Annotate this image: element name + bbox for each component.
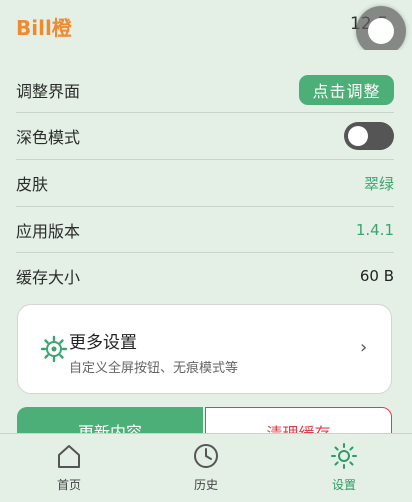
nav-label-history: 历史 bbox=[193, 478, 218, 492]
row-adjust-ui: 调整界面 点击调整 bbox=[16, 68, 394, 113]
more-settings-card[interactable]: 更多设置 自定义全屏按钮、无痕模式等 › bbox=[17, 304, 392, 394]
app-title: Bill橙 bbox=[16, 16, 72, 40]
clock-icon bbox=[166, 442, 246, 470]
version-label: 应用版本 bbox=[16, 221, 81, 241]
chevron-right-icon: › bbox=[360, 337, 368, 358]
dark-mode-toggle[interactable] bbox=[344, 122, 394, 150]
bottom-nav: 首页 历史 设置 bbox=[0, 433, 412, 502]
row-dark-mode: 深色模式 bbox=[16, 113, 394, 160]
floating-assist-button[interactable] bbox=[356, 6, 406, 56]
adjust-ui-label: 调整界面 bbox=[16, 82, 81, 101]
nav-item-home[interactable]: 首页 bbox=[29, 442, 109, 493]
row-skin[interactable]: 皮肤 翠绿 bbox=[16, 160, 394, 207]
dark-mode-label: 深色模式 bbox=[16, 128, 81, 147]
row-version: 应用版本 1.4.1 bbox=[16, 207, 394, 253]
nav-item-settings[interactable]: 设置 bbox=[304, 442, 384, 493]
row-cache-size: 缓存大小 60 B bbox=[16, 253, 394, 298]
skin-value: 翠绿 bbox=[363, 174, 394, 193]
gear-icon bbox=[40, 335, 68, 363]
app-header: Bill橙 12:5 bbox=[0, 0, 412, 56]
adjust-ui-button[interactable]: 点击调整 bbox=[299, 75, 394, 105]
cache-size-label: 缓存大小 bbox=[16, 267, 81, 287]
more-settings-subtitle: 自定义全屏按钮、无痕模式等 bbox=[69, 361, 239, 376]
version-value: 1.4.1 bbox=[355, 220, 394, 239]
settings-content: 调整界面 点击调整 深色模式 皮肤 翠绿 应用版本 1.4.1 缓存大小 60 … bbox=[0, 50, 412, 447]
nav-item-history[interactable]: 历史 bbox=[166, 442, 246, 493]
home-icon bbox=[29, 442, 109, 470]
nav-label-settings: 设置 bbox=[331, 478, 356, 492]
settings-icon bbox=[304, 442, 384, 470]
nav-label-home: 首页 bbox=[56, 478, 81, 492]
more-settings-title: 更多设置 bbox=[69, 333, 137, 353]
cache-size-value: 60 B bbox=[359, 266, 394, 285]
skin-label: 皮肤 bbox=[16, 175, 49, 194]
toggle-knob bbox=[348, 126, 368, 146]
